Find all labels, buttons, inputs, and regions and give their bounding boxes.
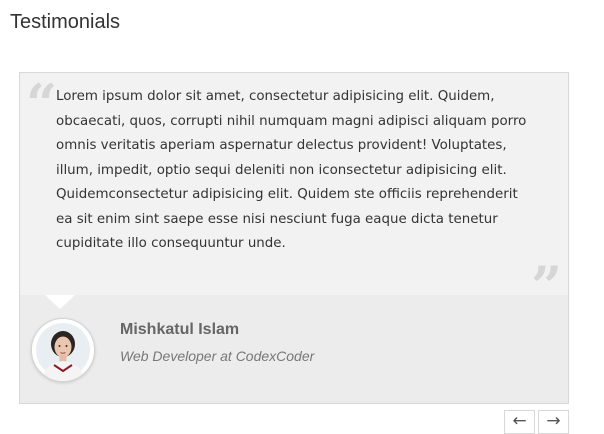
close-quote-icon: ” — [530, 254, 562, 318]
speech-pointer — [45, 295, 75, 309]
person-photo-icon — [32, 319, 94, 381]
testimonial-card: “ Lorem ipsum dolor sit amet, consectetu… — [19, 72, 569, 404]
author-role: Web Developer at CodexCoder — [120, 348, 315, 364]
quote-box: “ Lorem ipsum dolor sit amet, consectetu… — [20, 72, 568, 313]
author-name: Mishkatul Islam — [120, 321, 240, 338]
author-avatar — [31, 318, 95, 382]
prev-button[interactable]: ← — [504, 410, 535, 434]
next-button[interactable]: → — [538, 410, 569, 434]
open-quote-icon: “ — [26, 72, 58, 136]
testimonial-quote: Lorem ipsum dolor sit amet, consectetur … — [56, 89, 527, 251]
arrow-left-icon: ← — [512, 411, 527, 431]
section-title: Testimonials — [10, 11, 121, 33]
arrow-right-icon: → — [546, 411, 561, 431]
